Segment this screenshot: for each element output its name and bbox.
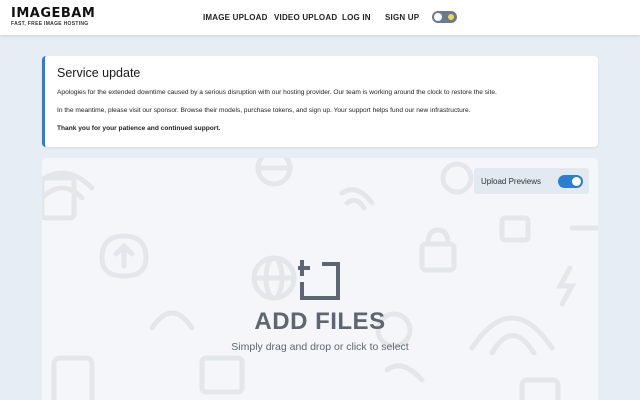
notice-paragraph-1: Apologies for the extended downtime caus… <box>57 89 497 96</box>
upload-previews-toggle[interactable] <box>558 175 583 188</box>
upload-previews-label: Upload Previews <box>481 177 542 186</box>
add-image-icon <box>298 260 340 300</box>
add-files-subtitle: Simply drag and drop or click to select <box>231 341 409 353</box>
notice-title: Service update <box>57 66 141 80</box>
nav-image-upload[interactable]: IMAGE UPLOAD <box>203 13 268 22</box>
notice-paragraph-3: Thank you for your patience and continue… <box>57 125 221 132</box>
sun-icon <box>448 14 454 20</box>
upload-dropzone[interactable]: Upload Previews ADD FILES Simply drag an… <box>42 158 598 400</box>
moon-icon <box>434 13 442 21</box>
nav-video-upload[interactable]: VIDEO UPLOAD <box>274 13 337 22</box>
add-files-title: ADD FILES <box>254 308 386 335</box>
toggle-knob <box>572 177 581 186</box>
notice-paragraph-2: In the meantime, please visit our sponso… <box>57 107 471 114</box>
site-header: IMAGEBAM FAST, FREE IMAGE HOSTING IMAGE … <box>0 0 640 35</box>
logo-title: IMAGEBAM <box>11 6 96 21</box>
logo-tagline: FAST, FREE IMAGE HOSTING <box>11 21 89 27</box>
upload-previews-control: Upload Previews <box>474 168 589 194</box>
logo[interactable]: IMAGEBAM FAST, FREE IMAGE HOSTING <box>11 6 96 28</box>
theme-toggle[interactable] <box>432 11 457 23</box>
nav-sign-up[interactable]: SIGN UP <box>385 13 419 22</box>
nav-log-in[interactable]: LOG IN <box>342 13 371 22</box>
service-notice: Service update Apologies for the extende… <box>42 56 598 147</box>
